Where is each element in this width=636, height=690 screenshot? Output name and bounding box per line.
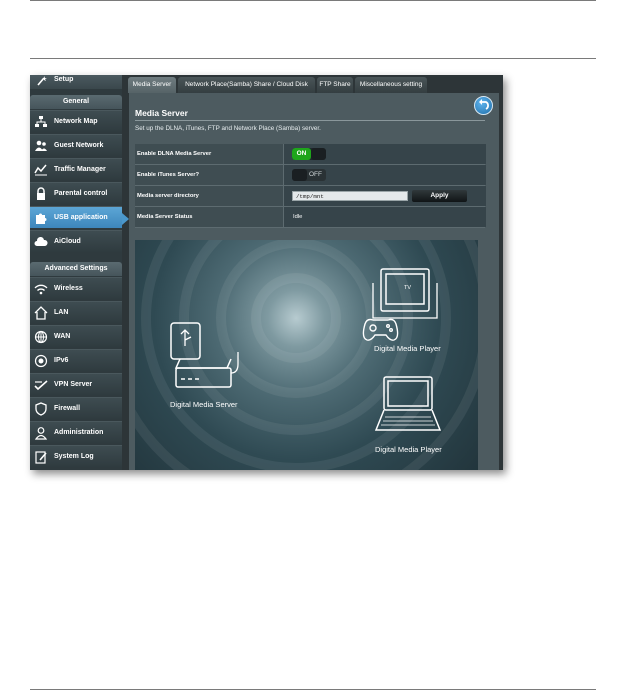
page-description: Set up the DLNA, iTunes, FTP and Network…: [135, 125, 321, 132]
header-rule: [30, 58, 596, 59]
tab-ftp-share[interactable]: FTP Share: [317, 77, 353, 93]
dlna-label: Enable DLNA Media Server: [137, 151, 212, 157]
sidebar-item-label: Firewall: [54, 405, 81, 412]
sidebar-item-lan[interactable]: LAN: [30, 301, 122, 323]
log-icon: [35, 451, 47, 464]
media-directory-input[interactable]: /tmp/mnt: [292, 191, 408, 201]
sidebar-item-label: WAN: [54, 333, 71, 340]
status-value-cell: Idle: [283, 207, 486, 227]
directory-label: Media server directory: [137, 193, 199, 199]
sidebar-item-parental-control[interactable]: Parental control: [30, 182, 122, 204]
sidebar-item-wireless[interactable]: Wireless: [30, 277, 122, 299]
sidebar-item-setup[interactable]: Setup: [30, 75, 122, 89]
puzzle-icon: [36, 213, 47, 224]
illustration-graphic: [135, 240, 478, 470]
top-rule: [30, 0, 596, 1]
wifi-icon: [34, 284, 48, 295]
toggle-state: ON: [292, 148, 311, 160]
shield-icon: [35, 402, 47, 416]
home-icon: [34, 306, 48, 320]
admin-icon: [34, 427, 48, 440]
sidebar-item-vpn-server[interactable]: VPN Server: [30, 373, 122, 395]
page-title: Media Server: [135, 108, 188, 118]
sidebar-item-wan[interactable]: WAN: [30, 325, 122, 347]
directory-value-cell: /tmp/mnt Apply: [283, 186, 486, 206]
sidebar-item-label: Parental control: [54, 190, 108, 197]
dlna-toggle[interactable]: ON: [292, 148, 326, 160]
sidebar-item-label: IPv6: [54, 357, 69, 364]
general-header: General: [30, 95, 122, 109]
sidebar-item-label: Traffic Manager: [54, 166, 106, 173]
sidebar-item-label: Setup: [54, 76, 74, 83]
sidebar-item-label: System Log: [54, 453, 94, 460]
table-row: Media Server Status Idle: [135, 207, 486, 228]
title-divider: [135, 120, 485, 121]
itunes-label: Enable iTunes Server?: [137, 172, 200, 178]
sidebar-item-label: VPN Server: [54, 381, 93, 388]
ipv6-icon: [34, 354, 48, 368]
table-row: Enable iTunes Server? OFF: [135, 165, 486, 186]
router-screenshot: Setup General Network Map Guest Network …: [30, 75, 503, 470]
lock-icon: [37, 187, 45, 200]
sidebar-item-guest-network[interactable]: Guest Network: [30, 134, 122, 156]
sidebar: Setup General Network Map Guest Network …: [30, 75, 129, 470]
vpn-icon: [34, 380, 48, 391]
status-value: Idle: [293, 214, 303, 220]
sidebar-item-network-map[interactable]: Network Map: [30, 110, 122, 132]
back-button[interactable]: [474, 96, 493, 115]
tab-miscellaneous[interactable]: Miscellaneous setting: [355, 77, 427, 93]
toggle-knob: [311, 148, 326, 160]
media-server-label: Digital Media Server: [170, 400, 238, 409]
globe-icon: [34, 330, 48, 344]
media-player-label-1: Digital Media Player: [374, 344, 441, 353]
sidebar-item-aicloud[interactable]: AiCloud: [30, 230, 122, 252]
network-map-icon: [35, 116, 47, 127]
tab-media-server[interactable]: Media Server: [128, 77, 176, 93]
sidebar-item-usb-application[interactable]: USB application: [30, 206, 122, 228]
media-server-illustration: TV Digital Media Server Digital Media Pl…: [135, 240, 478, 470]
toggle-knob: [292, 169, 307, 181]
sidebar-item-administration[interactable]: Administration: [30, 421, 122, 443]
sidebar-item-label: LAN: [54, 309, 69, 316]
tv-label: TV: [404, 285, 412, 291]
sidebar-item-label: Guest Network: [54, 142, 104, 149]
traffic-manager-icon: [34, 164, 47, 176]
sidebar-item-system-log[interactable]: System Log: [30, 445, 122, 467]
guest-network-icon: [35, 140, 47, 151]
wand-icon: [37, 76, 47, 86]
advanced-settings-header: Advanced Settings: [30, 262, 122, 276]
tab-network-place[interactable]: Network Place(Samba) Share / Cloud Disk: [178, 77, 315, 93]
sidebar-item-label: Network Map: [54, 118, 98, 125]
main-panel: Media Server Set up the DLNA, iTunes, FT…: [129, 93, 499, 470]
sidebar-item-ipv6[interactable]: IPv6: [30, 349, 122, 371]
cloud-icon: [34, 236, 48, 246]
itunes-toggle[interactable]: OFF: [292, 169, 326, 181]
status-label: Media Server Status: [137, 214, 193, 220]
table-row: Enable DLNA Media Server ON: [135, 144, 486, 165]
sidebar-item-label: Administration: [54, 429, 104, 436]
back-arrow-icon: [479, 99, 489, 110]
itunes-value-cell: OFF: [283, 165, 486, 185]
sidebar-item-label: Wireless: [54, 285, 83, 292]
table-row: Media server directory /tmp/mnt Apply: [135, 186, 486, 207]
apply-button[interactable]: Apply: [412, 190, 467, 202]
dlna-value-cell: ON: [283, 144, 486, 164]
sidebar-item-firewall[interactable]: Firewall: [30, 397, 122, 419]
sidebar-item-label: AiCloud: [54, 238, 81, 245]
sidebar-item-label: USB application: [54, 214, 108, 221]
active-indicator: [122, 213, 129, 225]
toggle-state: OFF: [309, 171, 322, 178]
sidebar-item-traffic-manager[interactable]: Traffic Manager: [30, 158, 122, 180]
media-player-label-2: Digital Media Player: [375, 445, 442, 454]
